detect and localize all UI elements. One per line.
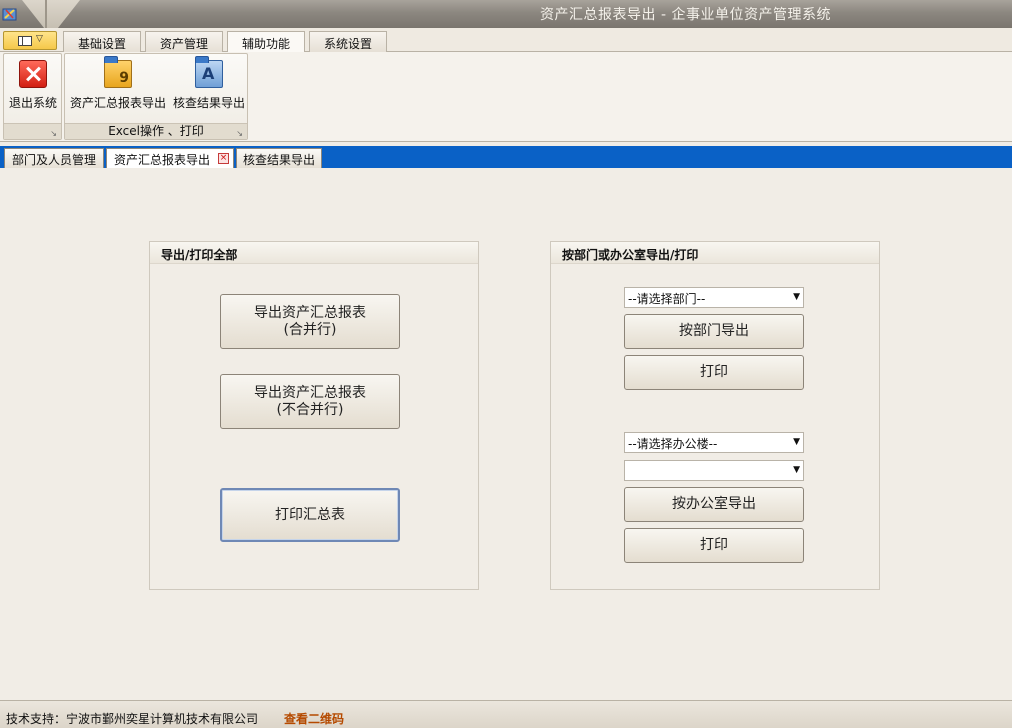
doc-tab-check-result-export[interactable]: 核查结果导出 — [236, 148, 322, 168]
export-by-department-button[interactable]: 按部门导出 — [624, 314, 804, 349]
doc-tab-dept-staff[interactable]: 部门及人员管理 — [4, 148, 104, 168]
app-menu-icon — [18, 36, 32, 46]
close-icon — [19, 60, 47, 88]
export-summary-merged-button[interactable]: 导出资产汇总报表 (合并行) — [220, 294, 400, 349]
chevron-down-icon: ▼ — [793, 465, 800, 475]
application-menu-button[interactable]: ▽ — [3, 31, 57, 50]
print-office-button[interactable]: 打印 — [624, 528, 804, 563]
check-result-export-label: 核查结果导出 — [172, 96, 245, 110]
app-icon[interactable] — [2, 6, 18, 22]
ribbon-group-system: 退出系统 ↘ — [3, 53, 62, 140]
office-select[interactable]: ▼ — [624, 460, 804, 481]
asset-summary-export-label: 资产汇总报表导出 — [69, 96, 166, 110]
ribbon-panel: 退出系统 ↘ 9 资产汇总报表导出 A 核查结果导出 Excel操作 、打印 ↘ — [0, 52, 1012, 142]
title-bar: 资产汇总报表导出 - 企事业单位资产管理系统 — [0, 0, 1012, 28]
check-report-icon: A — [195, 56, 223, 88]
tab-auxiliary-functions[interactable]: 辅助功能 — [227, 31, 305, 53]
export-by-office-button[interactable]: 按办公室导出 — [624, 487, 804, 522]
ribbon-group-label: Excel操作 、打印 ↘ — [65, 123, 247, 139]
print-department-button[interactable]: 打印 — [624, 355, 804, 390]
tech-support-text: 技术支持：宁波市鄞州奕星计算机技术有限公司 — [6, 712, 259, 726]
chevron-down-icon: ▼ — [793, 292, 800, 302]
status-bar: 技术支持：宁波市鄞州奕星计算机技术有限公司 查看二维码 — [0, 700, 1012, 728]
close-icon[interactable]: × — [218, 153, 229, 164]
doc-tab-label: 资产汇总报表导出 — [113, 153, 210, 167]
main-content: 导出/打印全部 导出资产汇总报表 (合并行) 导出资产汇总报表 (不合并行) 打… — [0, 168, 1012, 700]
doc-tab-asset-summary-export[interactable]: 资产汇总报表导出 × — [106, 148, 234, 168]
dialog-launcher-icon[interactable]: ↘ — [236, 126, 243, 141]
building-select-value: --请选择办公楼-- — [628, 437, 718, 451]
export-by-dept-office-panel: 按部门或办公室导出/打印 --请选择部门-- ▼ 按部门导出 打印 --请选择办… — [550, 241, 880, 590]
dialog-launcher-icon[interactable]: ↘ — [50, 126, 57, 141]
exit-system-button[interactable]: 退出系统 — [8, 60, 58, 111]
ribbon-group-label: ↘ — [4, 123, 61, 139]
print-summary-button[interactable]: 打印汇总表 — [220, 488, 400, 542]
ribbon-group-excel: 9 资产汇总报表导出 A 核查结果导出 Excel操作 、打印 ↘ — [64, 53, 248, 140]
tab-system-settings[interactable]: 系统设置 — [309, 31, 387, 52]
view-qr-code-link[interactable]: 查看二维码 — [284, 710, 344, 727]
export-summary-unmerged-button[interactable]: 导出资产汇总报表 (不合并行) — [220, 374, 400, 429]
panel-title: 按部门或办公室导出/打印 — [551, 242, 879, 264]
chevron-down-icon: ▽ — [36, 34, 43, 44]
report-folder-icon: 9 — [104, 56, 132, 88]
window-title: 资产汇总报表导出 - 企事业单位资产管理系统 — [540, 7, 831, 23]
quick-access-orb[interactable] — [22, 0, 80, 28]
department-select-value: --请选择部门-- — [628, 292, 706, 306]
panel-title: 导出/打印全部 — [150, 242, 478, 264]
building-select[interactable]: --请选择办公楼-- ▼ — [624, 432, 804, 453]
document-tab-bar: 部门及人员管理 资产汇总报表导出 × 核查结果导出 — [0, 146, 1012, 168]
check-result-export-button[interactable]: A 核查结果导出 — [170, 56, 248, 111]
export-all-panel: 导出/打印全部 导出资产汇总报表 (合并行) 导出资产汇总报表 (不合并行) 打… — [149, 241, 479, 590]
asset-summary-export-button[interactable]: 9 资产汇总报表导出 — [67, 56, 169, 111]
chevron-down-icon: ▼ — [793, 437, 800, 447]
exit-system-label: 退出系统 — [8, 96, 57, 110]
tab-asset-management[interactable]: 资产管理 — [145, 31, 223, 52]
ribbon-menu-bar: ▽ 基础设置 资产管理 辅助功能 系统设置 — [0, 28, 1012, 53]
tab-basic-settings[interactable]: 基础设置 — [63, 31, 141, 52]
department-select[interactable]: --请选择部门-- ▼ — [624, 287, 804, 308]
